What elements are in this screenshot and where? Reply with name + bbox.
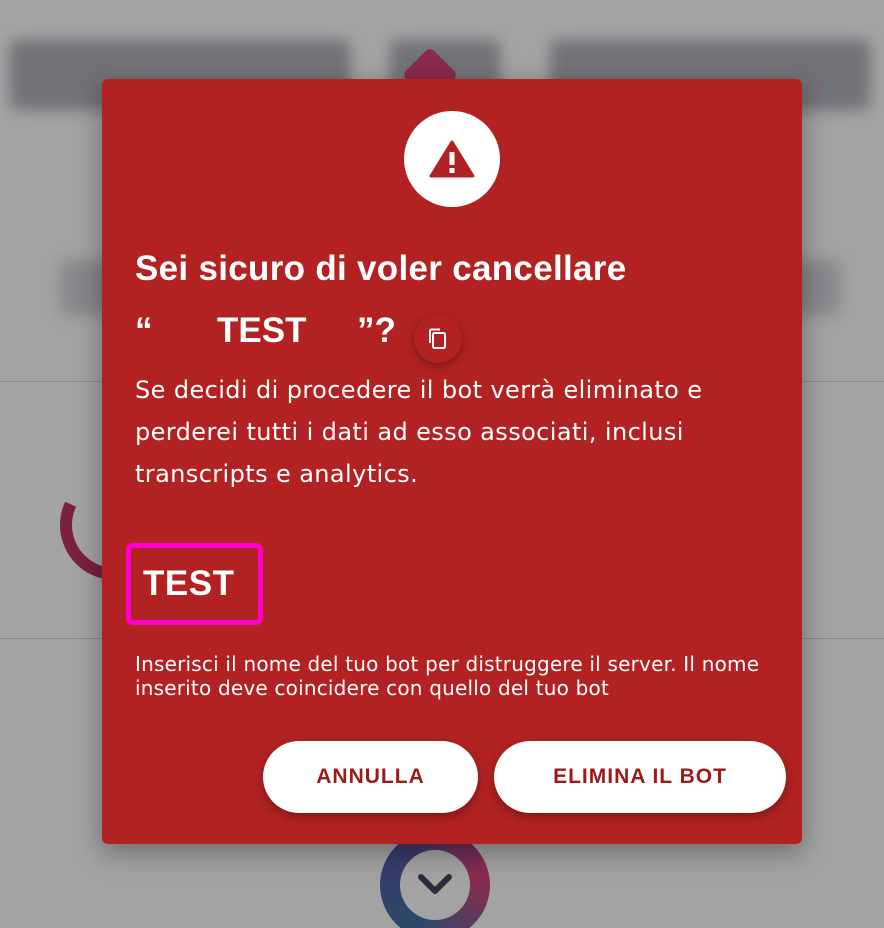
delete-bot-dialog: Sei sicuro di voler cancellare “ TEST ”? S… [102,79,802,844]
warning-badge [404,111,500,207]
copy-icon [429,328,446,349]
bot-name-label: TEST [217,311,307,350]
background-scroll-logo [380,830,490,928]
warning-icon [429,140,475,178]
quote-close: ”? [357,311,396,350]
copy-bot-name-button[interactable] [414,315,462,363]
input-help-text: Inserisci il nome del tuo bot per distru… [135,652,760,700]
bot-name-input[interactable] [131,548,258,620]
bot-name-input-container [126,543,263,625]
chevron-down-icon [418,874,452,894]
dialog-title-bot-name: “ TEST ”? [135,311,396,351]
dialog-title: Sei sicuro di voler cancellare [135,249,627,288]
dialog-description: Se decidi di procedere il bot verrà elim… [135,376,703,488]
delete-bot-button[interactable]: ELIMINA IL BOT [494,741,786,813]
quote-open: “ [135,311,153,350]
cancel-button[interactable]: ANNULLA [263,741,478,813]
